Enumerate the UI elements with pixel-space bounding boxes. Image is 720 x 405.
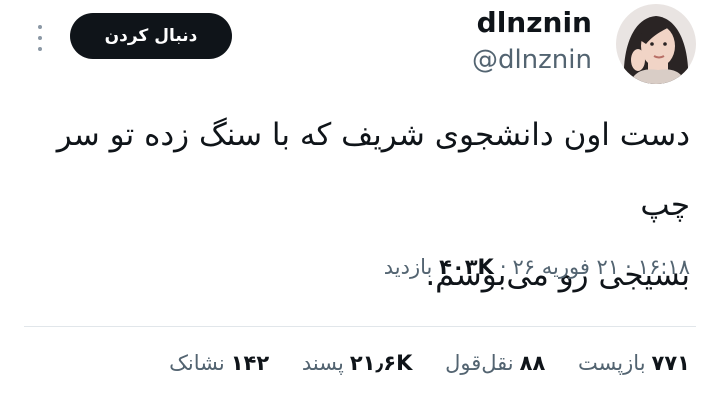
reposts-count: ۷۷۱ bbox=[651, 351, 690, 375]
bookmarks-stat[interactable]: ۱۴۲نشانک bbox=[169, 351, 269, 375]
likes-stat[interactable]: ۲۱٫۶Kپسند bbox=[302, 351, 413, 375]
views-label: بازدید bbox=[383, 255, 433, 279]
engagement-stats: ۷۷۱بازپست ۸۸نقل‌قول ۲۱٫۶Kپسند ۱۴۲نشانک bbox=[169, 351, 690, 375]
separator-dot: · bbox=[499, 255, 507, 279]
divider bbox=[24, 326, 696, 327]
avatar[interactable] bbox=[616, 4, 696, 84]
more-dot bbox=[38, 36, 42, 40]
tweet-time[interactable]: ۱۶:۱۸ bbox=[638, 255, 690, 279]
more-options-icon[interactable] bbox=[30, 25, 50, 51]
follow-button[interactable]: دنبال کردن bbox=[70, 13, 232, 59]
more-dot bbox=[38, 47, 42, 51]
quotes-label: نقل‌قول bbox=[445, 351, 514, 375]
avatar-image bbox=[616, 4, 696, 84]
reposts-stat[interactable]: ۷۷۱بازپست bbox=[578, 351, 690, 375]
quotes-count: ۸۸ bbox=[519, 351, 546, 375]
separator-dot: · bbox=[625, 255, 632, 279]
tweet-date[interactable]: ۲۱ فوریه ۲۶ bbox=[513, 255, 620, 279]
likes-count: ۲۱٫۶K bbox=[349, 351, 413, 375]
views-count: ۴۰۳K bbox=[439, 255, 494, 279]
bookmarks-count: ۱۴۲ bbox=[230, 351, 270, 375]
likes-label: پسند bbox=[301, 351, 344, 375]
user-handle[interactable]: @dlnznin bbox=[472, 45, 592, 75]
display-name[interactable]: dlnznin bbox=[477, 6, 592, 39]
bookmarks-label: نشانک bbox=[169, 351, 225, 375]
tweet-meta: ۱۶:۱۸·۲۱ فوریه ۲۶·۴۰۳K بازدید bbox=[384, 255, 690, 279]
more-dot bbox=[38, 25, 42, 29]
quotes-stat[interactable]: ۸۸نقل‌قول bbox=[445, 351, 545, 375]
tweet-line: دست اون دانشجوی شریف که با سنگ زده تو سر… bbox=[56, 117, 690, 223]
reposts-label: بازپست bbox=[577, 351, 646, 375]
